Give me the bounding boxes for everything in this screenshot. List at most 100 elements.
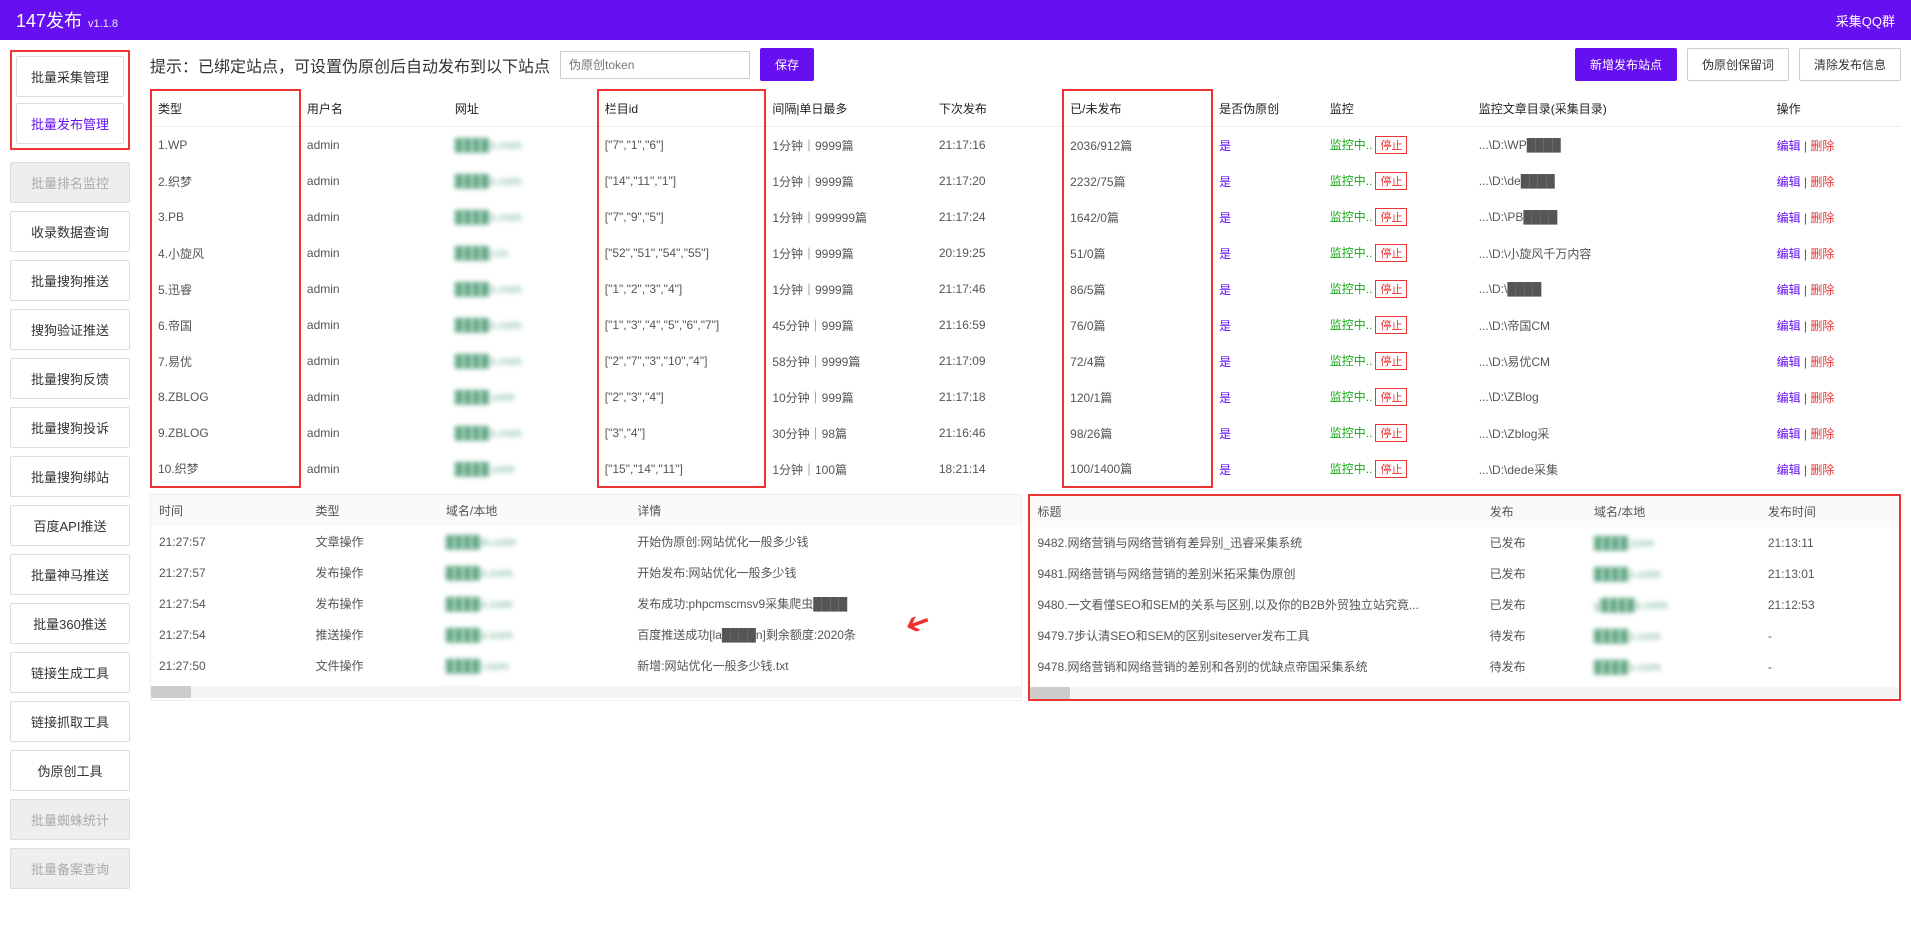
fake-toggle[interactable]: 是: [1219, 247, 1231, 261]
stop-button[interactable]: 停止: [1375, 388, 1407, 406]
pub-d: ████o.com: [1586, 620, 1760, 651]
fake-toggle[interactable]: 是: [1219, 283, 1231, 297]
site-url[interactable]: ████o.com: [455, 318, 522, 332]
delete-link[interactable]: 删除: [1810, 211, 1834, 225]
cell-dir: ...\D:\████: [1473, 271, 1771, 307]
delete-link[interactable]: 删除: [1810, 247, 1834, 261]
sidebar-item-12[interactable]: 伪原创工具: [10, 750, 130, 791]
sidebar-item-13: 批量蜘蛛统计: [10, 799, 130, 840]
edit-link[interactable]: 编辑: [1777, 463, 1801, 477]
cell-type: 7.易优: [151, 343, 300, 379]
sidebar-item-10[interactable]: 链接生成工具: [10, 652, 130, 693]
edit-link[interactable]: 编辑: [1777, 247, 1801, 261]
cell-user: admin: [300, 127, 449, 164]
stop-button[interactable]: 停止: [1375, 316, 1407, 334]
save-button[interactable]: 保存: [760, 48, 814, 81]
edit-link[interactable]: 编辑: [1777, 391, 1801, 405]
edit-link[interactable]: 编辑: [1777, 283, 1801, 297]
fake-toggle[interactable]: 是: [1219, 139, 1231, 153]
sidebar-item-9[interactable]: 批量360推送: [10, 603, 130, 644]
stop-button[interactable]: 停止: [1375, 460, 1407, 478]
sidebar-item-7[interactable]: 百度API推送: [10, 505, 130, 546]
delete-link[interactable]: 删除: [1810, 463, 1834, 477]
sidebar-item-11[interactable]: 链接抓取工具: [10, 701, 130, 742]
log-d: ████m.com: [438, 526, 629, 557]
sidebar-publish-mgmt[interactable]: 批量发布管理: [16, 103, 124, 144]
token-input[interactable]: [560, 51, 750, 79]
stop-button[interactable]: 停止: [1375, 424, 1407, 442]
site-url[interactable]: ████o.com: [455, 354, 522, 368]
stop-button[interactable]: 停止: [1375, 208, 1407, 226]
cell-next: 21:17:20: [933, 163, 1063, 199]
stop-button[interactable]: 停止: [1375, 136, 1407, 154]
keep-words-button[interactable]: 伪原创保留词: [1687, 48, 1789, 81]
edit-link[interactable]: 编辑: [1777, 319, 1801, 333]
pub-t: 9478.网络营销和网络营销的差别和各别的优缺点帝国采集系统: [1030, 651, 1482, 682]
fake-toggle[interactable]: 是: [1219, 463, 1231, 477]
cell-url: ████o.com: [449, 127, 598, 164]
edit-link[interactable]: 编辑: [1777, 355, 1801, 369]
log-scrollbar[interactable]: [151, 686, 1021, 698]
site-url[interactable]: ████o.com: [455, 174, 522, 188]
fake-toggle[interactable]: 是: [1219, 175, 1231, 189]
cell-user: admin: [300, 271, 449, 307]
log-t: 21:27:50: [151, 650, 308, 681]
edit-link[interactable]: 编辑: [1777, 175, 1801, 189]
site-url[interactable]: ████.com: [455, 390, 515, 404]
stop-button[interactable]: 停止: [1375, 352, 1407, 370]
pub-t: 9482.网络营销与网络营销有差异别_迅睿采集系统: [1030, 527, 1482, 558]
pub-scrollbar[interactable]: [1030, 687, 1900, 699]
log-panel: 时间类型域名/本地详情 21:27:57文章操作████m.com开始伪原创:网…: [150, 494, 1022, 701]
stop-button[interactable]: 停止: [1375, 172, 1407, 190]
log-x: 新增:网站优化一般多少钱.txt: [629, 650, 1020, 681]
fake-toggle[interactable]: 是: [1219, 211, 1231, 225]
edit-link[interactable]: 编辑: [1777, 211, 1801, 225]
add-site-button[interactable]: 新增发布站点: [1575, 48, 1677, 81]
sidebar-item-4[interactable]: 批量搜狗反馈: [10, 358, 130, 399]
site-url[interactable]: ████o.com: [455, 210, 522, 224]
sidebar-item-6[interactable]: 批量搜狗绑站: [10, 456, 130, 497]
sidebar-item-8[interactable]: 批量神马推送: [10, 554, 130, 595]
cell-done: 51/0篇: [1063, 235, 1212, 271]
fake-toggle[interactable]: 是: [1219, 319, 1231, 333]
pub-x: 21:12:53: [1760, 589, 1899, 620]
site-url[interactable]: ████o.com: [455, 426, 522, 440]
sidebar-item-2[interactable]: 批量搜狗推送: [10, 260, 130, 301]
cell-user: admin: [300, 307, 449, 343]
qq-group-link[interactable]: 采集QQ群: [1836, 11, 1895, 30]
edit-link[interactable]: 编辑: [1777, 427, 1801, 441]
monitor-status: 监控中..: [1330, 174, 1373, 188]
sidebar-item-1[interactable]: 收录数据查询: [10, 211, 130, 252]
delete-link[interactable]: 删除: [1810, 391, 1834, 405]
cell-fake: 是: [1212, 451, 1324, 487]
cell-user: admin: [300, 451, 449, 487]
cell-intv: 1分钟｜9999篇: [765, 163, 933, 199]
fake-toggle[interactable]: 是: [1219, 355, 1231, 369]
fake-toggle[interactable]: 是: [1219, 391, 1231, 405]
log-d: ████i.com: [438, 650, 629, 681]
site-url[interactable]: ████o.com: [455, 138, 522, 152]
sidebar-collect-mgmt[interactable]: 批量采集管理: [16, 56, 124, 97]
site-row: 1.WPadmin████o.com["7","1","6"]1分钟｜9999篇…: [151, 127, 1901, 164]
pub-col-3: 发布时间: [1760, 496, 1899, 527]
delete-link[interactable]: 删除: [1810, 139, 1834, 153]
stop-button[interactable]: 停止: [1375, 244, 1407, 262]
site-url[interactable]: ████.com: [455, 462, 515, 476]
log-d: ████o.com: [438, 619, 629, 650]
delete-link[interactable]: 删除: [1810, 283, 1834, 297]
cell-cat: ["7","1","6"]: [598, 127, 766, 164]
fake-toggle[interactable]: 是: [1219, 427, 1231, 441]
delete-link[interactable]: 删除: [1810, 427, 1834, 441]
edit-link[interactable]: 编辑: [1777, 139, 1801, 153]
cell-dir: ...\D:\ZBlog: [1473, 379, 1771, 415]
delete-link[interactable]: 删除: [1810, 319, 1834, 333]
sidebar-item-3[interactable]: 搜狗验证推送: [10, 309, 130, 350]
stop-button[interactable]: 停止: [1375, 280, 1407, 298]
log-x: 开始发布:网站优化一般多少钱: [629, 557, 1020, 588]
clear-publish-button[interactable]: 清除发布信息: [1799, 48, 1901, 81]
delete-link[interactable]: 删除: [1810, 175, 1834, 189]
site-url[interactable]: ████o.com: [455, 282, 522, 296]
sidebar-item-5[interactable]: 批量搜狗投诉: [10, 407, 130, 448]
delete-link[interactable]: 删除: [1810, 355, 1834, 369]
site-url[interactable]: ████j.cn: [455, 246, 508, 260]
